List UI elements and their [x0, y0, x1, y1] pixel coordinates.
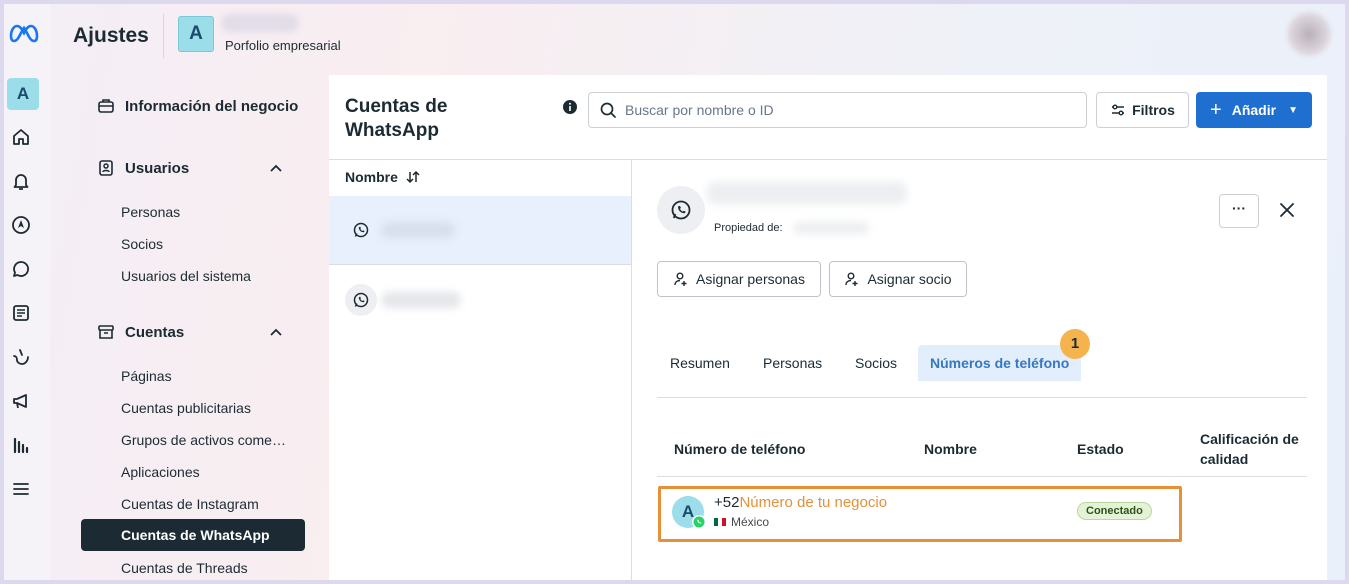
compass-icon[interactable] [10, 214, 32, 236]
add-button[interactable]: + Añadir ▼ [1196, 92, 1312, 128]
megaphone-icon[interactable] [10, 390, 32, 412]
sort-icon [406, 170, 420, 184]
mexico-flag-icon [714, 518, 726, 526]
more-options-button[interactable]: ··· [1219, 194, 1259, 228]
list-item[interactable] [329, 196, 631, 265]
nav-item-threads[interactable]: Cuentas de Threads [121, 560, 248, 576]
nav-users-section[interactable]: Usuarios [97, 159, 189, 177]
tabs-divider [657, 397, 1307, 398]
account-name-redacted [381, 222, 455, 238]
archive-icon [97, 323, 115, 341]
add-label: Añadir [1231, 102, 1277, 118]
assign-partner-button[interactable]: Asignar socio [829, 261, 967, 297]
tab-summary[interactable]: Resumen [658, 345, 742, 381]
step-badge: 1 [1060, 329, 1090, 359]
bar-chart-icon[interactable] [10, 434, 32, 456]
nav-item-apps[interactable]: Aplicaciones [121, 464, 200, 480]
header-divider [163, 14, 164, 58]
phone-number-placeholder: Número de tu negocio [739, 494, 888, 511]
nav-users-label: Usuarios [125, 159, 190, 177]
main-panel: Cuentas de WhatsApp Filtros + Añadir ▼ N… [329, 75, 1327, 580]
info-icon[interactable] [562, 99, 578, 115]
column-header-status: Estado [1077, 441, 1124, 457]
search-input[interactable] [625, 102, 1065, 118]
nav-item-pages[interactable]: Páginas [121, 368, 172, 384]
close-icon[interactable] [1275, 198, 1299, 222]
nav-business-info[interactable]: Información del negocio [97, 97, 298, 115]
brush-icon[interactable] [10, 346, 32, 368]
nav-item-personas[interactable]: Personas [121, 204, 180, 220]
whatsapp-icon [345, 284, 377, 316]
bell-icon[interactable] [10, 170, 32, 192]
nav-accounts-label: Cuentas [125, 323, 185, 341]
tab-people[interactable]: Personas [751, 345, 834, 381]
app-window: A Ajustes A Porfolio empresarial Informa… [4, 4, 1345, 580]
owned-by-label: Propiedad de: [714, 222, 783, 234]
meta-logo-icon[interactable] [7, 18, 41, 46]
portfolio-name-redacted [221, 14, 299, 32]
user-badge-icon [97, 159, 115, 177]
home-icon[interactable] [10, 126, 32, 148]
nav-business-info-label: Información del negocio [125, 97, 299, 115]
table-header-divider [657, 476, 1307, 477]
menu-icon[interactable] [10, 478, 32, 500]
filters-button[interactable]: Filtros [1096, 92, 1189, 128]
section-title: Cuentas de WhatsApp [345, 96, 448, 141]
column-header-phone: Número de teléfono [674, 441, 806, 457]
chevron-up-icon[interactable] [268, 325, 284, 341]
nav-item-system-users[interactable]: Usuarios del sistema [121, 268, 251, 284]
account-detail: Propiedad de: ··· Asignar personas Asign… [633, 160, 1327, 580]
caret-down-icon: ▼ [1288, 104, 1298, 116]
nav-item-ad-accounts[interactable]: Cuentas publicitarias [121, 400, 251, 416]
assign-partner-label: Asignar socio [867, 271, 952, 287]
add-person-icon [845, 272, 858, 286]
name-column-header[interactable]: Nombre [345, 169, 421, 185]
portfolio-label[interactable]: Porfolio empresarial [225, 38, 341, 53]
tab-partners[interactable]: Socios [843, 345, 909, 381]
add-person-icon [674, 272, 687, 286]
column-header-quality: Calificación de calidad [1200, 431, 1299, 467]
nav-item-whatsapp[interactable]: Cuentas de WhatsApp [81, 519, 305, 551]
status-badge: Conectado [1077, 502, 1152, 520]
assign-people-label: Asignar personas [696, 271, 805, 287]
nav-item-asset-groups[interactable]: Grupos de activos come… [121, 432, 286, 448]
owner-redacted [793, 222, 869, 234]
whatsapp-badge-icon [692, 515, 706, 529]
page-title: Ajustes [73, 24, 149, 47]
account-title-redacted [707, 182, 907, 204]
nav-accounts-section[interactable]: Cuentas [97, 323, 184, 341]
name-column-label: Nombre [345, 169, 398, 185]
briefcase-icon [97, 97, 115, 115]
nav-item-instagram[interactable]: Cuentas de Instagram [121, 496, 259, 512]
filters-label: Filtros [1132, 102, 1175, 118]
search-icon [600, 102, 616, 118]
whatsapp-icon [657, 186, 705, 234]
portfolio-avatar[interactable]: A [178, 16, 214, 52]
chat-icon[interactable] [10, 258, 32, 280]
account-avatar[interactable]: A [7, 78, 39, 110]
left-rail: A [4, 4, 50, 580]
phone-prefix: +52 [714, 494, 740, 511]
tab-phone-numbers[interactable]: Números de teléfono [918, 345, 1082, 381]
user-avatar[interactable] [1287, 12, 1331, 56]
nav-item-socios[interactable]: Socios [121, 236, 163, 252]
pages-icon[interactable] [10, 302, 32, 324]
phone-country: México [714, 515, 769, 529]
sliders-icon [1112, 104, 1125, 116]
country-label: México [731, 515, 770, 529]
plus-icon: + [1210, 99, 1222, 121]
chevron-up-icon[interactable] [268, 161, 284, 177]
list-item[interactable] [329, 266, 631, 335]
whatsapp-icon [345, 214, 377, 246]
assign-people-button[interactable]: Asignar personas [657, 261, 821, 297]
search-box[interactable] [588, 92, 1087, 128]
account-list: Nombre [329, 160, 632, 580]
phone-number[interactable]: +52Número de tu negocio [714, 494, 887, 511]
column-header-name: Nombre [924, 441, 977, 457]
account-name-redacted [381, 292, 461, 308]
